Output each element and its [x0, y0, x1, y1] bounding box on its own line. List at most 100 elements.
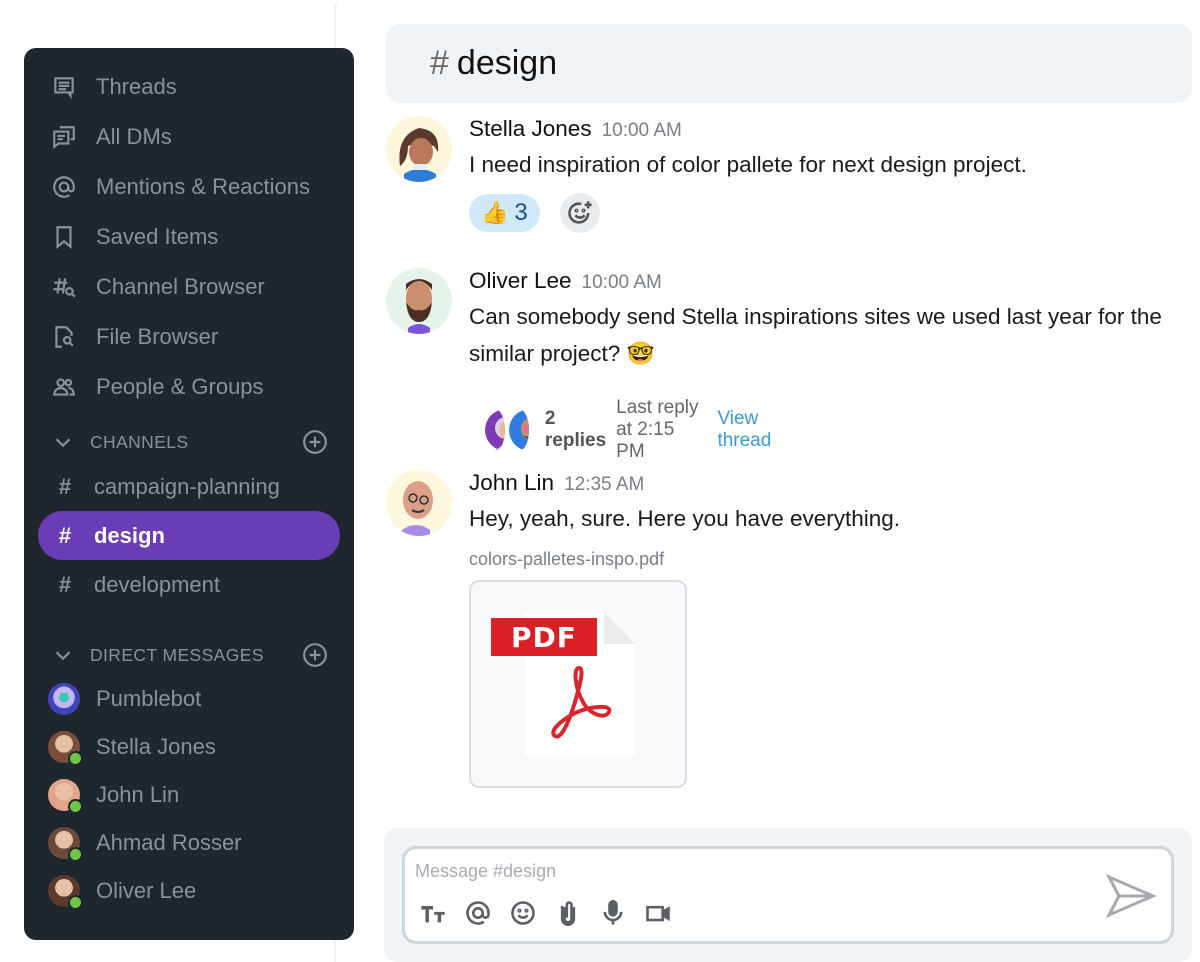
hash-icon: #: [58, 571, 72, 597]
chevron-down-icon[interactable]: [52, 431, 74, 453]
all-dms-icon: [50, 123, 78, 151]
threads-icon: [50, 73, 78, 101]
acrobat-icon: [551, 665, 612, 739]
add-reaction-button[interactable]: [559, 193, 600, 233]
online-status-indicator: [68, 847, 83, 862]
thread-participant-avatar: [508, 409, 529, 451]
online-status-indicator: [68, 799, 83, 814]
message-text: I need inspiration of color pallete for …: [469, 152, 1027, 177]
avatar: [48, 875, 83, 910]
bookmark-icon: [50, 223, 78, 251]
dm-item-pumblebot[interactable]: Pumblebot: [24, 675, 354, 723]
sidebar-item-all-dms[interactable]: All DMs: [24, 112, 354, 162]
reactions-bar: 👍 3: [469, 193, 1199, 233]
avatar-stella-jones[interactable]: [386, 116, 452, 182]
channel-design[interactable]: # design: [38, 511, 340, 560]
dms-section-header[interactable]: DIRECT MESSAGES: [24, 635, 354, 675]
attachment-filename[interactable]: colors-palletes-inspo.pdf: [469, 549, 1199, 570]
thread-last-reply: Last reply at 2:15 PM: [616, 397, 699, 462]
thread-reply-count[interactable]: 2 replies: [545, 408, 606, 452]
channel-header: # design: [386, 24, 1192, 103]
file-search-icon: [50, 323, 78, 351]
channel-campaign-planning[interactable]: # campaign-planning: [38, 462, 340, 511]
thread-summary[interactable]: 2 replies Last reply at 2:15 PM View thr…: [485, 397, 771, 462]
online-status-indicator: [68, 751, 83, 766]
at-icon: [50, 173, 78, 201]
channel-name: design: [94, 522, 165, 548]
message-text: Can somebody send Stella inspirations si…: [469, 304, 1162, 366]
message-time: 10:00 AM: [581, 272, 662, 293]
dm-name: Oliver Lee: [96, 878, 197, 903]
dm-item-ahmad-rosser[interactable]: Ahmad Rosser: [24, 819, 354, 867]
pdf-attachment[interactable]: PDF: [469, 580, 687, 788]
channels-heading: CHANNELS: [90, 431, 189, 452]
dm-name: John Lin: [96, 782, 180, 807]
dm-item-oliver-lee[interactable]: Oliver Lee: [24, 867, 354, 915]
sidebar-item-label: File Browser: [96, 324, 219, 349]
online-status-indicator: [68, 895, 83, 910]
add-emoji-icon: [567, 201, 592, 224]
add-channel-icon[interactable]: [302, 429, 328, 455]
sidebar-item-label: Threads: [96, 74, 177, 99]
attachment-icon[interactable]: [552, 897, 584, 929]
dm-name: Pumblebot: [96, 686, 202, 711]
sidebar-item-saved[interactable]: Saved Items: [24, 212, 354, 262]
avatar: [48, 779, 83, 814]
microphone-icon[interactable]: [597, 897, 629, 929]
message-composer: [402, 846, 1174, 944]
sidebar-item-threads[interactable]: Threads: [24, 62, 354, 112]
channel-name: campaign-planning: [94, 473, 280, 499]
people-icon: [50, 373, 78, 401]
avatar-oliver-lee[interactable]: [386, 268, 452, 334]
sidebar-item-label: Mentions & Reactions: [96, 174, 310, 199]
message-input[interactable]: [415, 857, 1095, 885]
channel-name: development: [94, 571, 220, 597]
add-dm-icon[interactable]: [302, 642, 328, 668]
hash-icon: #: [58, 473, 72, 499]
chevron-down-icon[interactable]: [52, 644, 74, 666]
avatar: [48, 683, 80, 715]
sidebar-item-people[interactable]: People & Groups: [24, 362, 354, 412]
sidebar-item-channel-browser[interactable]: Channel Browser: [24, 262, 354, 312]
channel-title: design: [456, 44, 558, 82]
dm-name: Stella Jones: [96, 734, 216, 759]
channel-search-icon: [50, 273, 78, 301]
reaction-thumbs-up[interactable]: 👍 3: [469, 194, 540, 232]
reaction-count: 3: [514, 199, 528, 226]
avatar: [48, 731, 83, 766]
video-icon[interactable]: [642, 897, 674, 929]
pdf-badge: PDF: [491, 618, 597, 656]
view-thread-link[interactable]: View thread: [717, 408, 771, 452]
thread-participant-avatar: [485, 409, 505, 451]
dms-heading: DIRECT MESSAGES: [90, 644, 264, 665]
composer-toolbar: [417, 897, 687, 929]
avatar-john-lin[interactable]: [386, 470, 452, 536]
message-author[interactable]: Oliver Lee: [469, 268, 572, 294]
sidebar-item-label: People & Groups: [96, 374, 264, 399]
message-time: 10:00 AM: [601, 120, 682, 141]
channels-section-header[interactable]: CHANNELS: [24, 422, 354, 462]
send-icon: [1105, 873, 1157, 919]
message-text: Hey, yeah, sure. Here you have everythin…: [469, 506, 901, 531]
message-author[interactable]: John Lin: [469, 470, 554, 496]
text-format-icon[interactable]: [417, 897, 449, 929]
mention-icon[interactable]: [462, 897, 494, 929]
sidebar-item-label: Saved Items: [96, 224, 219, 249]
dm-name: Ahmad Rosser: [96, 830, 242, 855]
dm-item-stella-jones[interactable]: Stella Jones: [24, 723, 354, 771]
sidebar-item-mentions[interactable]: Mentions & Reactions: [24, 162, 354, 212]
emoji-icon[interactable]: [507, 897, 539, 929]
hash-icon: #: [58, 522, 72, 548]
dm-item-john-lin[interactable]: John Lin: [24, 771, 354, 819]
sidebar-item-file-browser[interactable]: File Browser: [24, 312, 354, 362]
message-time: 12:35 AM: [564, 474, 645, 495]
sidebar-item-label: All DMs: [96, 124, 172, 149]
composer-area: [384, 828, 1192, 962]
sidebar: Threads All DMs Mentions & Reactions Sav…: [24, 48, 354, 940]
thumbs-up-icon: 👍: [481, 200, 509, 225]
send-button[interactable]: [1105, 873, 1157, 919]
sidebar-item-label: Channel Browser: [96, 274, 265, 299]
message-author[interactable]: Stella Jones: [469, 116, 592, 142]
avatar: [48, 827, 83, 862]
channel-development[interactable]: # development: [38, 560, 340, 609]
